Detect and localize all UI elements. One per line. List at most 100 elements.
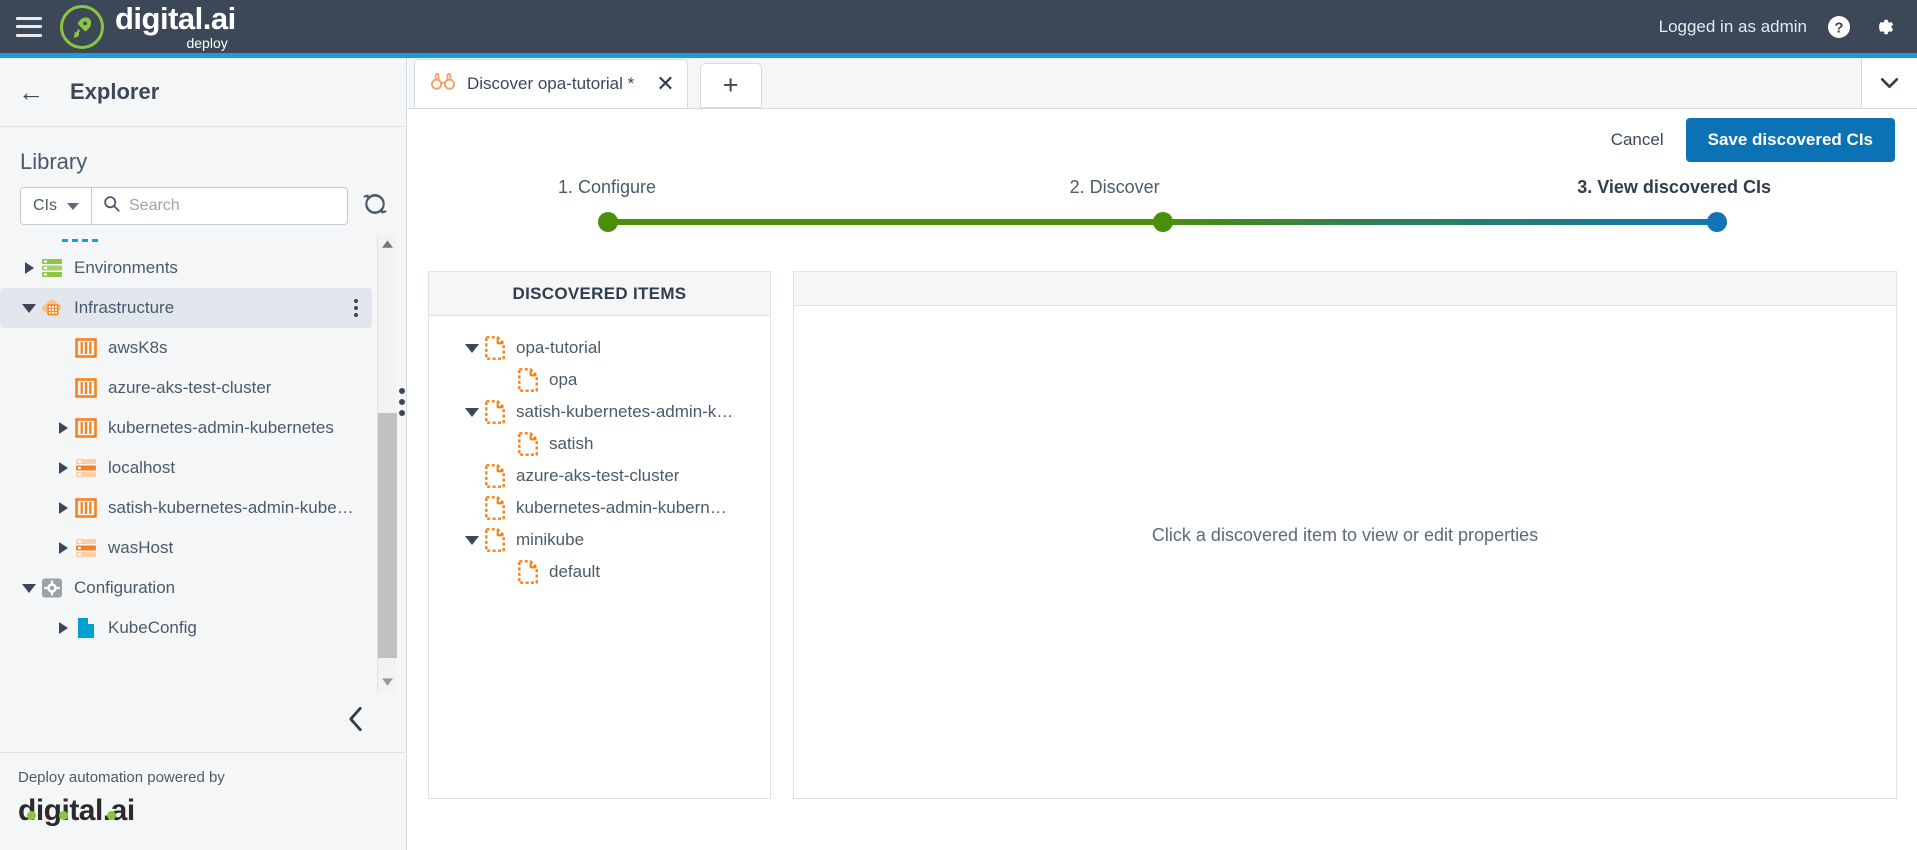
hamburger-icon[interactable]	[16, 16, 42, 37]
tree-row[interactable]: KubeConfig	[0, 608, 378, 648]
discovered-item-row[interactable]: kubernetes-admin-kubern…	[439, 492, 760, 524]
environments-icon	[40, 257, 64, 279]
library-tree: Environments Infrastructure awsK8s azure-ak…	[0, 235, 378, 692]
tree-row[interactable]: wasHost	[0, 528, 378, 568]
tree-scrollbar[interactable]	[377, 235, 397, 692]
chevron-down-icon[interactable]	[22, 583, 36, 593]
step-1-label[interactable]: 1. Configure	[558, 177, 656, 198]
tree-row[interactable]: Configuration	[0, 568, 378, 608]
chevron-right-icon[interactable]	[58, 502, 68, 514]
tree-twisty[interactable]	[52, 622, 74, 634]
step-2-label[interactable]: 2. Discover	[1070, 177, 1160, 198]
discovered-item-row[interactable]: default	[439, 556, 760, 588]
discovered-item-row[interactable]: satish-kubernetes-admin-k…	[439, 396, 760, 428]
sidebar-collapse-row	[0, 692, 406, 752]
ci-document-icon	[485, 464, 507, 488]
explorer-sidebar: ← Explorer Library CIs Search Environmen…	[0, 58, 407, 850]
binoculars-icon	[431, 71, 455, 96]
save-discovered-cis-button[interactable]: Save discovered CIs	[1685, 118, 1895, 162]
scrollbar-thumb[interactable]	[378, 413, 397, 658]
tree-twisty[interactable]	[52, 542, 74, 554]
discovered-item-label: minikube	[516, 530, 585, 549]
discovered-item-label: opa-tutorial	[516, 338, 602, 357]
chevron-left-icon[interactable]	[347, 706, 364, 739]
properties-panel: Click a discovered item to view or edit …	[793, 271, 1897, 799]
chevron-down-icon[interactable]	[465, 407, 479, 417]
step-3-dot[interactable]	[1707, 212, 1727, 232]
help-icon[interactable]: ?	[1827, 15, 1851, 39]
discovered-item-label: satish-kubernetes-admin-k…	[516, 402, 734, 421]
discovered-item-row[interactable]: satish	[439, 428, 760, 460]
panel-resize-handle[interactable]	[399, 388, 405, 416]
chevron-right-icon[interactable]	[58, 422, 68, 434]
app-header: digital.ai deploy Logged in as admin ?	[0, 0, 1917, 53]
tab-discover-opa-tutorial[interactable]: Discover opa-tutorial * ✕	[414, 59, 688, 108]
rocket-icon	[60, 4, 104, 49]
discovered-item-row[interactable]: opa-tutorial	[439, 332, 760, 364]
scroll-down-arrow-icon[interactable]	[378, 673, 397, 692]
scroll-up-arrow-icon[interactable]	[378, 235, 397, 254]
step-2-dot[interactable]	[1152, 212, 1173, 232]
tree-row[interactable]: satish-kubernetes-admin-kube…	[0, 488, 378, 528]
discovered-item-label: opa	[549, 370, 578, 389]
discovered-items-list: opa-tutorial opa satish-kubernetes-admin-k…	[429, 316, 770, 588]
tree-row[interactable]: azure-aks-test-cluster	[0, 368, 378, 408]
tab-bar: Discover opa-tutorial * ✕ +	[408, 58, 1917, 109]
discovered-item-row[interactable]: azure-aks-test-cluster	[439, 460, 760, 492]
chevron-down-icon[interactable]	[465, 343, 479, 353]
step-3-label[interactable]: 3. View discovered CIs	[1577, 177, 1771, 198]
tree-item-label: localhost	[108, 458, 176, 477]
ci-type-label: CIs	[33, 197, 57, 214]
action-bar: Cancel Save discovered CIs	[408, 109, 1917, 171]
tree-row[interactable]: kubernetes-admin-kubernetes	[0, 408, 378, 448]
library-heading: Library	[20, 149, 88, 174]
tree-row[interactable]: Environments	[0, 248, 378, 288]
add-tab-button[interactable]: +	[699, 63, 762, 108]
discovered-item-row[interactable]: minikube	[439, 524, 760, 556]
gear-icon[interactable]	[1871, 15, 1895, 39]
ci-document-icon	[485, 528, 507, 552]
properties-empty-message: Click a discovered item to view or edit …	[1151, 524, 1539, 545]
chevron-down-icon[interactable]	[22, 303, 36, 313]
tree-row-more-icon[interactable]	[354, 299, 358, 317]
tree-twisty[interactable]	[52, 502, 74, 514]
tree-item-label: kubernetes-admin-kubernetes	[108, 418, 334, 437]
rocket-glyph	[73, 16, 92, 38]
tree-twisty[interactable]	[52, 422, 74, 434]
discovered-items-panel: DISCOVERED ITEMS opa-tutorial opa satish-k…	[428, 271, 771, 799]
tree-row[interactable]: Infrastructure	[0, 288, 372, 328]
host-icon	[74, 457, 98, 479]
back-arrow-icon[interactable]: ←	[18, 79, 44, 105]
logo-wordmark: digital.ai deploy	[115, 3, 236, 50]
refresh-icon[interactable]	[362, 191, 388, 222]
chevron-right-icon[interactable]	[58, 462, 68, 474]
chevron-right-icon[interactable]	[24, 262, 34, 274]
discovered-item-twisty[interactable]	[459, 535, 485, 545]
chevron-right-icon[interactable]	[58, 542, 68, 554]
page-title: Explorer	[70, 79, 160, 104]
discovered-item-twisty[interactable]	[459, 343, 485, 353]
close-icon[interactable]: ✕	[656, 72, 674, 95]
tree-row[interactable]: localhost	[0, 448, 378, 488]
discovered-item-twisty[interactable]	[459, 407, 485, 417]
discovered-item-row[interactable]: opa	[439, 364, 760, 396]
tab-overflow-chevron-down-icon[interactable]	[1861, 58, 1917, 108]
ci-document-icon	[518, 560, 540, 584]
tree-row[interactable]: awsK8s	[0, 328, 378, 368]
tree-twisty[interactable]	[18, 583, 40, 593]
ci-type-select[interactable]: CIs	[21, 188, 92, 224]
chevron-right-icon[interactable]	[58, 622, 68, 634]
tree-twisty[interactable]	[18, 262, 40, 274]
discovered-item-label: default	[549, 562, 601, 581]
cancel-button[interactable]: Cancel	[1611, 130, 1664, 150]
step-1-dot[interactable]	[598, 212, 618, 232]
host-icon	[74, 537, 98, 559]
tree-item-label: satish-kubernetes-admin-kube…	[108, 498, 354, 517]
explorer-header: ← Explorer	[0, 58, 406, 127]
search-box: CIs	[20, 187, 348, 225]
tree-twisty[interactable]	[18, 303, 40, 313]
chevron-down-icon[interactable]	[465, 535, 479, 545]
search-row: CIs	[0, 187, 406, 225]
search-input[interactable]	[129, 197, 347, 215]
tree-twisty[interactable]	[52, 462, 74, 474]
